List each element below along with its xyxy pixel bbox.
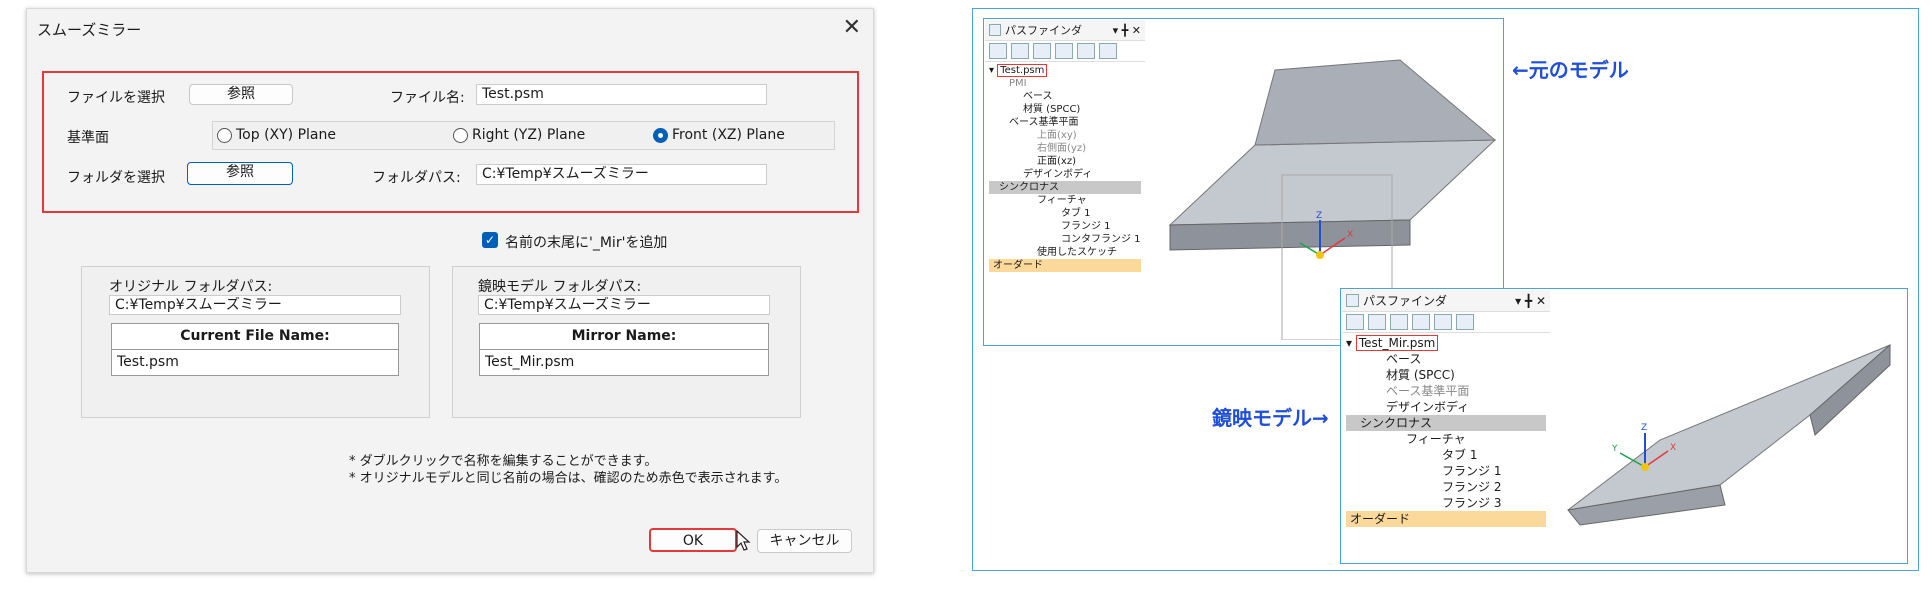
tree-item[interactable]: タブ 1 (989, 207, 1141, 220)
tree-item[interactable]: シンクロナス (989, 181, 1141, 194)
tree-item[interactable]: シンクロナス (1346, 415, 1546, 431)
tool-icon[interactable] (1412, 314, 1430, 330)
tree-item[interactable]: 正面(xz) (989, 155, 1141, 168)
browse-folder-button[interactable]: 参照 (187, 162, 293, 185)
tree-item[interactable]: 材質 (SPCC) (989, 103, 1141, 116)
tree-item[interactable]: オーダード (989, 259, 1141, 272)
tree-item[interactable]: 上面(xy) (989, 129, 1141, 142)
mouse-cursor-icon (736, 530, 751, 551)
radio-label: Front (XZ) Plane (672, 127, 785, 143)
cancel-button[interactable]: キャンセル (757, 529, 852, 553)
tree-item[interactable]: フランジ 1 (1346, 463, 1546, 479)
radio-front-plane[interactable]: Front (XZ) Plane (653, 127, 785, 143)
tool-icon[interactable] (1077, 43, 1095, 59)
radio-circle (453, 127, 468, 143)
tree-item[interactable]: ベース基準平面 (989, 116, 1141, 129)
radio-circle (217, 127, 232, 143)
mirror-name-header: Mirror Name: (479, 323, 769, 350)
tree-root[interactable]: ▾ Test.psm (989, 64, 1141, 77)
pathfinder-icon (989, 24, 1001, 36)
tree-item[interactable]: デザインボディ (1346, 399, 1546, 415)
tool-icon[interactable] (1099, 43, 1117, 59)
tree-item[interactable]: デザインボディ (989, 168, 1141, 181)
tool-icon[interactable] (1456, 314, 1474, 330)
tool-icon[interactable] (1434, 314, 1452, 330)
mirror-path-field[interactable]: C:¥Temp¥スムーズミラー (478, 295, 770, 315)
pathfinder-icon (1346, 294, 1359, 307)
pathfinder-controls[interactable]: ▾ ╋ ✕ (1515, 294, 1546, 308)
pathfinder-toolbar (1342, 312, 1550, 333)
pathfinder-toolbar (985, 41, 1145, 62)
radio-circle-selected (653, 127, 668, 143)
mirror-model-note: 鏡映モデル→ (1212, 406, 1329, 430)
browse-file-button[interactable]: 参照 (189, 84, 293, 105)
smooth-mirror-dialog: スムーズミラー ✕ ファイルを選択 参照 ファイル名: Test.psm 基準面… (26, 8, 874, 573)
select-file-label: ファイルを選択 (67, 90, 165, 106)
tool-icon[interactable] (989, 43, 1007, 59)
dialog-title: スムーズミラー (37, 21, 142, 39)
tree-item[interactable]: 材質 (SPCC) (1346, 367, 1546, 383)
tree-root-label: Test.psm (997, 64, 1048, 77)
pathfinder-controls[interactable]: ▾ ╋ ✕ (1113, 24, 1141, 37)
mirror-model-view: Z X Y (1567, 343, 1891, 526)
current-file-name-header: Current File Name: (111, 323, 399, 350)
mirror-folder-title: 鏡映モデル フォルダパス: (478, 279, 642, 295)
pathfinder-header: パスファインダ ▾ ╋ ✕ (1342, 290, 1550, 312)
radio-label: Right (YZ) Plane (472, 127, 586, 143)
tool-icon[interactable] (1390, 314, 1408, 330)
tool-icon[interactable] (1346, 314, 1364, 330)
tree-item[interactable]: ベース (989, 90, 1141, 103)
original-folder-title: オリジナル フォルダパス: (109, 279, 273, 295)
select-folder-label: フォルダを選択 (67, 170, 165, 186)
tree-item[interactable]: ベース基準平面 (1346, 383, 1546, 399)
axis-x-label: X (1670, 443, 1676, 453)
radio-right-plane[interactable]: Right (YZ) Plane (453, 127, 585, 143)
close-icon[interactable]: ✕ (843, 13, 861, 43)
original-pathfinder: パスファインダ ▾ ╋ ✕ ▾ Test.psm PMI ベース 材質 (SPCC… (985, 20, 1145, 275)
axis-x-label: X (1347, 230, 1353, 240)
original-model-note: ←元のモデル (1512, 58, 1629, 82)
tree-root[interactable]: ▾ Test_Mir.psm (1346, 335, 1546, 351)
radio-top-plane[interactable]: Top (XY) Plane (217, 127, 336, 143)
pathfinder-title: パスファインダ (1363, 294, 1448, 308)
pathfinder-tree: ▾ Test.psm PMI ベース 材質 (SPCC) ベース基準平面 上面(… (985, 62, 1145, 274)
tree-item[interactable]: オーダード (1346, 511, 1546, 527)
tree-item[interactable]: フランジ 3 (1346, 495, 1546, 511)
tree-item[interactable]: フランジ 1 (989, 220, 1141, 233)
tool-icon[interactable] (1368, 314, 1386, 330)
pathfinder-title: パスファインダ (1005, 24, 1082, 37)
tree-root-label: Test_Mir.psm (1355, 335, 1439, 351)
tool-icon[interactable] (1033, 43, 1051, 59)
radio-label: Top (XY) Plane (236, 127, 336, 143)
note-line-2: * オリジナルモデルと同じ名前の場合は、確認のため赤色で表示されます。 (349, 471, 788, 486)
axis-y-label: Y (1611, 444, 1618, 454)
tree-item[interactable]: 使用したスケッチ (989, 246, 1141, 259)
mirror-pathfinder: パスファインダ ▾ ╋ ✕ ▾ Test_Mir.psm ベース 材質 (SPCC… (1342, 290, 1550, 540)
tree-item[interactable]: フランジ 2 (1346, 479, 1546, 495)
add-suffix-checkbox[interactable]: ✓ (482, 232, 498, 248)
tree-item[interactable]: 右側面(yz) (989, 142, 1141, 155)
filename-label: ファイル名: (390, 90, 465, 106)
tree-item[interactable]: ベース (1346, 351, 1546, 367)
tool-icon[interactable] (1011, 43, 1029, 59)
folder-path-field[interactable]: C:¥Temp¥スムーズミラー (476, 164, 767, 185)
tree-item[interactable]: フィーチャ (1346, 431, 1546, 447)
plane-label: 基準面 (67, 130, 109, 146)
pathfinder-tree: ▾ Test_Mir.psm ベース 材質 (SPCC) ベース基準平面 デザイ… (1342, 333, 1550, 529)
axis-z-label: Z (1641, 423, 1647, 433)
original-file-cell[interactable]: Test.psm (111, 349, 399, 376)
folder-path-label: フォルダパス: (372, 170, 461, 186)
mirror-file-cell[interactable]: Test_Mir.psm (479, 349, 769, 376)
original-path-field[interactable]: C:¥Temp¥スムーズミラー (109, 295, 401, 315)
tree-item[interactable]: PMI (989, 77, 1141, 90)
filename-field[interactable]: Test.psm (476, 84, 767, 105)
axis-z-label: Z (1316, 211, 1322, 221)
tree-item[interactable]: タブ 1 (1346, 447, 1546, 463)
tree-item[interactable]: コンタフランジ 1 (989, 233, 1141, 246)
add-suffix-label: 名前の末尾に'_Mir'を追加 (505, 235, 668, 251)
tree-item[interactable]: フィーチャ (989, 194, 1141, 207)
ok-button[interactable]: OK (649, 528, 737, 552)
pathfinder-header: パスファインダ ▾ ╋ ✕ (985, 20, 1145, 41)
tool-icon[interactable] (1055, 43, 1073, 59)
